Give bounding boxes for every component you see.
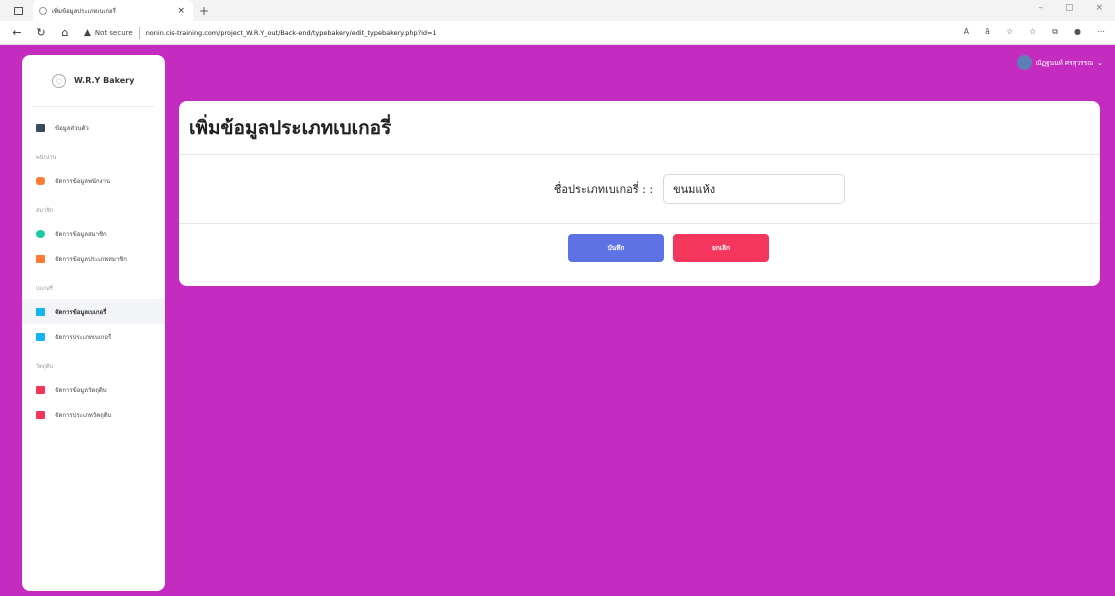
brand-name: W.R.Y Bakery (74, 76, 135, 85)
book-icon (36, 410, 45, 419)
sidebar-item-manage-members[interactable]: จัดการข้อมูลสมาชิก (22, 221, 165, 246)
browser-tab-bar: เพิ่มข้อมูลประเภทเบเกอรี่ × + – ▢ × (0, 0, 1115, 21)
profile-icon[interactable]: ● (1074, 27, 1081, 37)
sidebar-menu: ข้อมูลส่วนตัว พนักงาน จัดการข้อมูลพนักงา… (22, 107, 165, 435)
bakery-logo-icon: ◌ (52, 73, 66, 88)
sidebar-item-label: จัดการข้อมูลเบเกอรี่ (55, 308, 107, 316)
sidebar-item-manage-bakery[interactable]: จัดการข้อมูลเบเกอรี่ (22, 299, 165, 324)
sidebar-item-label: จัดการข้อมูลสมาชิก (55, 230, 107, 238)
back-icon[interactable]: ← (10, 26, 24, 39)
browser-tab[interactable]: เพิ่มข้อมูลประเภทเบเกอรี่ × (33, 0, 193, 21)
sidebar-item-ingredient-types[interactable]: จัดการประเภทวัตถุดิบ (22, 402, 165, 427)
sidebar-item-manage-ingredients[interactable]: จัดการข้อมูลวัตถุดิบ (22, 377, 165, 402)
cancel-button[interactable]: ยกเลิก (673, 234, 769, 262)
page-title: เพิ่มข้อมูลประเภทเบเกอรี่ (179, 101, 1100, 155)
translate-icon[interactable]: ā (985, 27, 990, 37)
sidebar-item-member-types[interactable]: จัดการข้อมูลประเภทสมาชิก (22, 246, 165, 271)
sidebar-item-label: จัดการประเภทวัตถุดิบ (55, 411, 112, 419)
users-icon (36, 229, 45, 238)
window-controls: – ▢ × (1038, 3, 1103, 13)
tab-actions-icon[interactable] (14, 6, 23, 15)
save-button[interactable]: บันทึก (568, 234, 664, 262)
sidebar-section-ingredients: วัตถุดิบ (36, 364, 54, 370)
sidebar-section-bakery: เบเกอรี่ (36, 286, 53, 292)
sidebar-item-label: ข้อมูลส่วนตัว (55, 124, 89, 132)
avatar (1016, 55, 1032, 70)
page-background: ◌ W.R.Y Bakery ข้อมูลส่วนตัว พนักงาน จัด… (0, 45, 1115, 596)
browser-toolbar-icons: A ā ☆ ☆ ⧉ ● ⋯ (964, 27, 1105, 37)
favorites-icon[interactable]: ☆ (1029, 27, 1036, 37)
sidebar-item-label: จัดการประเภทเบเกอรี่ (55, 333, 112, 341)
tab-favicon-icon (39, 6, 47, 15)
not-secure-label[interactable]: Not secure (95, 29, 133, 37)
home-icon[interactable]: ⌂ (58, 26, 72, 39)
refresh-icon[interactable]: ↻ (34, 26, 48, 39)
user-icon (36, 176, 45, 185)
form-card: เพิ่มข้อมูลประเภทเบเกอรี่ ชื่อประเภทเบเก… (179, 101, 1100, 286)
sidebar-item-label: จัดการข้อมูลวัตถุดิบ (55, 386, 107, 394)
address-divider (138, 26, 140, 39)
tab-title: เพิ่มข้อมูลประเภทเบเกอรี่ (52, 7, 116, 15)
box-icon (36, 385, 45, 394)
read-aloud-icon[interactable]: A (964, 27, 969, 37)
sidebar-section-members: สมาชิก (36, 208, 54, 214)
form-actions: บันทึก ยกเลิก (179, 224, 1100, 262)
sidebar-item-label: จัดการข้อมูลพนักงาน (55, 177, 111, 185)
sidebar-item-manage-staff[interactable]: จัดการข้อมูลพนักงาน (22, 168, 165, 193)
favorite-add-icon[interactable]: ☆ (1006, 27, 1013, 37)
sidebar-item-label: จัดการข้อมูลประเภทสมาชิก (55, 255, 127, 263)
chevron-down-icon: ⌄ (1097, 58, 1103, 67)
tab-close-icon[interactable]: × (177, 6, 185, 16)
book-icon (36, 254, 45, 263)
new-tab-button[interactable]: + (199, 4, 209, 18)
maximize-icon[interactable]: ▢ (1065, 3, 1074, 13)
user-name: ณัฏฐนนท์ ศรสุวรรณ (1035, 58, 1094, 67)
more-icon[interactable]: ⋯ (1097, 27, 1105, 37)
cake-icon (36, 307, 45, 316)
brand[interactable]: ◌ W.R.Y Bakery (32, 55, 155, 107)
sidebar-item-bakery-types[interactable]: จัดการประเภทเบเกอรี่ (22, 324, 165, 349)
collections-icon[interactable]: ⧉ (1052, 27, 1058, 37)
warning-icon[interactable]: ▲ (84, 28, 91, 38)
minimize-icon[interactable]: – (1038, 3, 1043, 13)
bakery-type-input[interactable] (663, 174, 846, 204)
bakery-type-label: ชื่อประเภทเบเกอรี่ : : (553, 183, 654, 196)
address-bar: ← ↻ ⌂ ▲ Not secure nonin.cis-training.co… (0, 21, 1115, 45)
id-card-icon (36, 123, 45, 132)
user-menu[interactable]: ณัฏฐนนท์ ศรสุวรรณ ⌄ (1016, 55, 1103, 70)
book-icon (36, 332, 45, 341)
form-row: ชื่อประเภทเบเกอรี่ : : (179, 155, 1100, 224)
close-window-icon[interactable]: × (1095, 3, 1103, 13)
sidebar: ◌ W.R.Y Bakery ข้อมูลส่วนตัว พนักงาน จัด… (22, 55, 165, 591)
sidebar-item-profile[interactable]: ข้อมูลส่วนตัว (22, 115, 165, 140)
url-field[interactable]: nonin.cis-training.com/project_W.R.Y_out… (146, 29, 437, 37)
sidebar-section-staff: พนักงาน (36, 155, 57, 161)
